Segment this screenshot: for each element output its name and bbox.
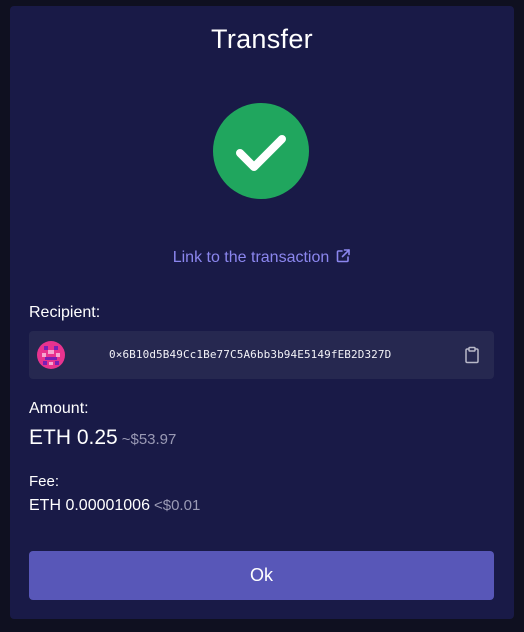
identicon-avatar: [37, 341, 65, 369]
amount-label: Amount:: [29, 400, 89, 417]
success-status: [213, 103, 309, 199]
checkmark-icon: [236, 135, 286, 171]
recipient-label: Recipient:: [29, 304, 101, 321]
transaction-link[interactable]: Link to the transaction: [10, 248, 514, 269]
amount-usd: ~$53.97: [121, 431, 177, 448]
external-link-icon[interactable]: [335, 248, 351, 269]
recipient-address: 0×6B10d5B49Cc1Be77C5A6bb3b94E5149fEB2D32…: [109, 348, 392, 361]
fee-value: ETH 0.00001006 <$0.01: [29, 497, 200, 515]
amount-eth: ETH 0.25: [29, 426, 118, 449]
fee-eth: ETH 0.00001006: [29, 497, 150, 514]
transfer-modal: Transfer Link to the transaction Recipie…: [10, 6, 514, 619]
fee-usd: <$0.01: [153, 497, 201, 514]
amount-value: ETH 0.25 ~$53.97: [29, 426, 176, 450]
recipient-field: 0×6B10d5B49Cc1Be77C5A6bb3b94E5149fEB2D32…: [29, 331, 494, 379]
ok-button[interactable]: Ok: [29, 551, 494, 600]
fee-label: Fee:: [29, 473, 60, 490]
clipboard-icon[interactable]: [463, 346, 481, 364]
transaction-link-label[interactable]: Link to the transaction: [173, 249, 330, 266]
modal-title: Transfer: [211, 24, 313, 54]
